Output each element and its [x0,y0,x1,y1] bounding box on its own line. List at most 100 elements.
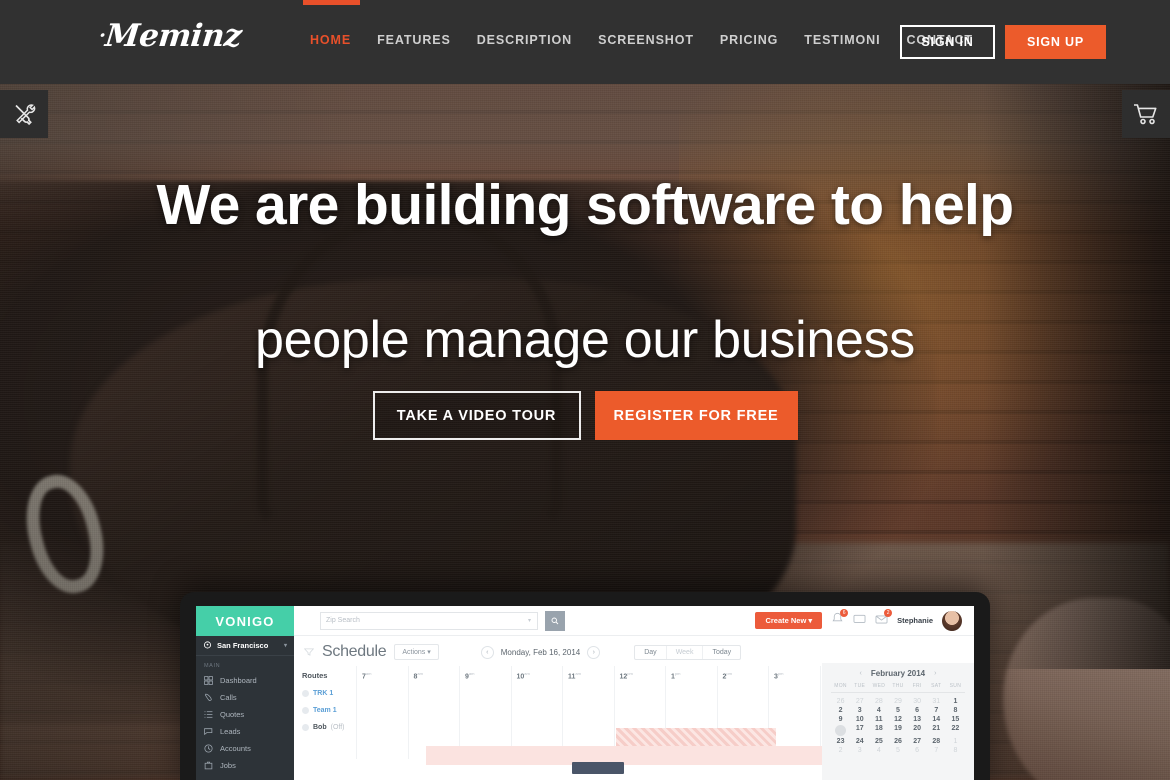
calendar-day[interactable]: 3 [850,747,869,754]
next-day-button[interactable]: › [587,645,601,659]
calendar-day[interactable]: 7 [927,707,946,714]
nav-link-description[interactable]: DESCRIPTION [477,33,572,47]
nav-link-pricing[interactable]: PRICING [720,33,778,47]
schedule-title: Schedule [322,643,387,660]
nav-link-features[interactable]: FEATURES [377,33,451,47]
brand-logo[interactable]: ·Meminz [97,18,243,54]
calendar-day[interactable]: 20 [908,725,927,736]
calendar-day[interactable]: 23 [831,738,850,745]
calendar-prev-button[interactable]: ‹ [860,670,862,677]
sidebar-item-dashboard[interactable]: Dashboard [196,672,294,689]
table-row[interactable]: Bob (Off) [294,719,356,736]
notifications-button[interactable]: 6 [831,608,849,630]
nav-link-screenshot[interactable]: SCREENSHOT [598,33,694,47]
messages-button[interactable] [853,612,866,630]
calendar-day[interactable]: 29 [888,698,907,705]
mail-button[interactable]: 2 [875,608,893,630]
sign-in-button[interactable]: SIGN IN [900,25,995,59]
filter-icon[interactable] [304,648,314,656]
nav-link-testimoni[interactable]: TESTIMONI [804,33,880,47]
calendar-day[interactable]: 4 [869,747,888,754]
register-for-free-button[interactable]: REGISTER FOR FREE [594,391,798,440]
calendar-day-selected[interactable] [835,725,847,736]
calendar-day[interactable]: 10 [850,716,869,723]
calendar-day[interactable]: 1 [946,698,965,705]
calendar-day[interactable]: 27 [908,738,927,745]
calendar-day[interactable]: 25 [869,738,888,745]
calendar-month-label: February 2014 [870,669,926,678]
calendar-day[interactable]: 3 [850,707,869,714]
sidebar-item-leads[interactable]: Leads [196,723,294,740]
sidebar-item-jobs[interactable]: Jobs [196,757,294,774]
calendar-day[interactable]: 6 [908,747,927,754]
calendar-day[interactable]: 30 [908,698,927,705]
nav-auth-buttons: SIGN IN SIGN UP [900,25,1106,59]
calendar-day[interactable]: 4 [869,707,888,714]
calendar-day[interactable]: 1 [946,738,965,745]
hour-column[interactable]: 7am [356,666,408,760]
zip-search-input[interactable]: Zip Search ▾ [320,611,538,630]
calendar-day[interactable]: 28 [927,738,946,745]
calendar-day[interactable]: 19 [888,725,907,736]
calendar-day[interactable]: 11 [869,716,888,723]
calendar-day[interactable]: 17 [850,725,869,736]
actions-dropdown[interactable]: Actions ▾ [394,644,439,660]
date-navigator: ‹ Monday, Feb 16, 2014 › [480,645,601,659]
calendar-day[interactable]: 7 [927,747,946,754]
sidebar-item-calls[interactable]: Calls [196,689,294,706]
calendar-dow: SUN [949,683,962,689]
take-video-tour-button[interactable]: TAKE A VIDEO TOUR [372,391,581,440]
calendar-day[interactable]: 8 [946,707,965,714]
avatar[interactable] [942,610,962,631]
prev-day-button[interactable]: ‹ [480,645,494,659]
sign-up-button[interactable]: SIGN UP [1005,25,1106,59]
status-dot-icon [302,724,309,731]
schedule-block-navy[interactable] [572,762,624,774]
calendar-day[interactable]: 14 [927,716,946,723]
grid-icon [204,676,213,685]
table-row[interactable]: Team 1 [294,702,356,719]
calendar-day[interactable]: 8 [946,747,965,754]
calendar-day[interactable]: 5 [888,707,907,714]
sidebar-item-accounts[interactable]: Accounts [196,740,294,757]
calendar-next-button[interactable]: › [934,670,936,677]
calendar-day[interactable]: 2 [831,707,850,714]
search-button[interactable] [545,610,565,631]
calendar-day[interactable]: 13 [908,716,927,723]
clock-icon [204,744,213,753]
cart-button[interactable] [1122,90,1170,138]
create-new-button[interactable]: Create New ▾ [755,612,823,629]
calendar-day[interactable]: 5 [888,747,907,754]
calendar-day[interactable]: 6 [908,707,927,714]
hour-label: 12pm [619,671,633,681]
calendar-day[interactable]: 26 [831,698,850,705]
hour-cell[interactable] [357,685,408,759]
calendar-day[interactable]: 31 [927,698,946,705]
view-week-button[interactable]: Week [665,645,704,659]
calendar-day[interactable]: 15 [946,716,965,723]
calendar-day[interactable]: 22 [946,725,965,736]
tools-button[interactable] [0,90,48,138]
table-row[interactable]: TRK 1 [294,685,356,702]
route-name: Team 1 [313,707,337,714]
calendar-dow: MON [834,683,847,689]
calendar-day[interactable]: 26 [888,738,907,745]
calendar-day[interactable]: 28 [869,698,888,705]
calendar-day[interactable]: 27 [850,698,869,705]
notification-badge: 6 [840,608,849,617]
view-today-button[interactable]: Today [703,646,740,659]
schedule-block-hatched[interactable] [616,728,776,746]
view-day-button[interactable]: Day [635,646,665,659]
hour-label: 7am [362,671,372,681]
location-selector[interactable]: San Francisco ▾ [196,636,294,656]
calendar-day[interactable]: 24 [850,738,869,745]
route-name: Bob [313,724,327,731]
calendar-day[interactable]: 21 [927,725,946,736]
nav-link-home[interactable]: HOME [310,33,351,47]
calendar-day[interactable]: 2 [831,747,850,754]
calendar-day[interactable]: 12 [888,716,907,723]
zip-search-placeholder: Zip Search [326,617,360,624]
calendar-day[interactable]: 9 [831,716,850,723]
calendar-day[interactable]: 18 [869,725,888,736]
sidebar-item-quotes[interactable]: Quotes [196,706,294,723]
